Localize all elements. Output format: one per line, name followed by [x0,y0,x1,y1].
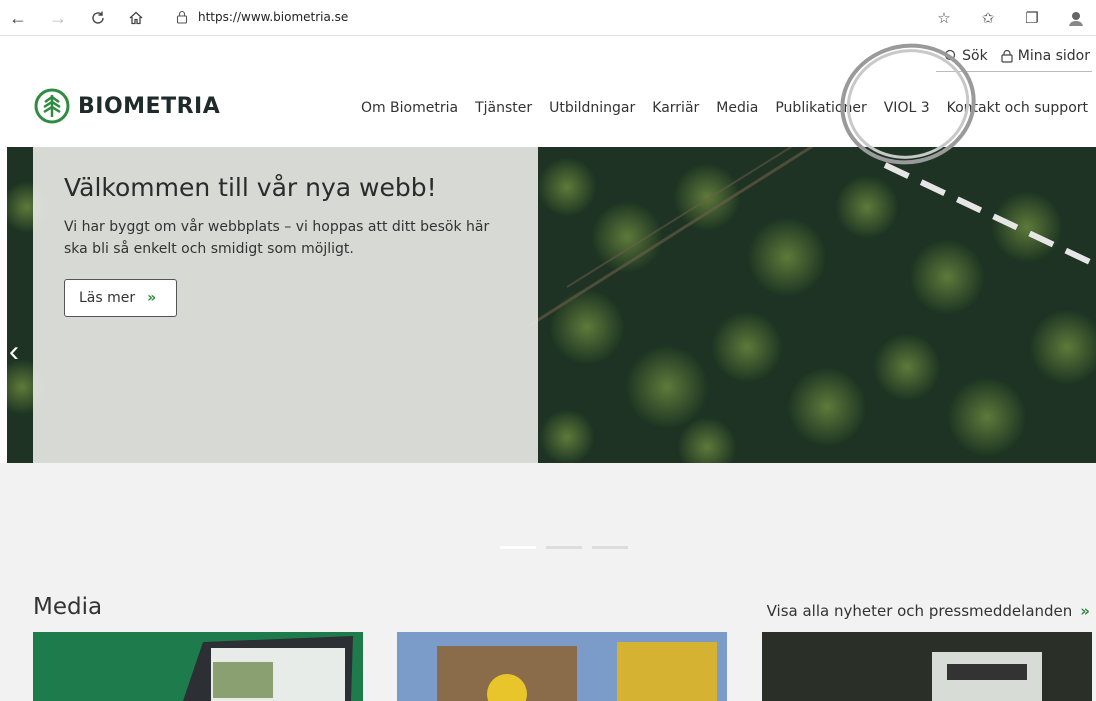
news-card[interactable] [762,632,1092,701]
read-more-label: Läs mer [79,290,136,306]
nav-item-publikationer[interactable]: Publikationer [775,100,866,116]
back-icon[interactable]: ← [6,6,30,30]
nav-item-viol3[interactable]: VIOL 3 [884,100,930,116]
carousel-dot[interactable] [546,546,582,549]
media-heading: Media [33,594,103,620]
news-card[interactable] [33,632,363,701]
url-text: https://www.biometria.se [198,9,349,24]
all-news-label: Visa alla nyheter och pressmeddelanden [766,602,1073,620]
my-pages-label: Mina sidor [1017,48,1090,64]
carousel-dots [500,546,628,549]
refresh-icon[interactable] [86,6,110,30]
all-news-link[interactable]: Visa alla nyheter och pressmeddelanden » [767,602,1090,620]
search-icon [945,49,958,63]
hero-carousel: Välkommen till vår nya webb! Vi har bygg… [7,147,1096,463]
news-image [397,632,727,701]
hero-title: Välkommen till vår nya webb! [64,173,437,202]
collections-icon[interactable]: ❐ [1020,6,1044,30]
read-more-button[interactable]: Läs mer » [64,279,177,317]
chevron-right-icon: » [147,290,157,306]
my-pages-link[interactable]: Mina sidor [1000,48,1090,64]
logo-text: BIOMETRIA [78,93,221,119]
main-nav: Om Biometria Tjänster Utbildningar Karri… [361,100,1088,116]
news-image [762,632,1092,701]
nav-item-karriar[interactable]: Karriär [652,100,699,116]
carousel-dot[interactable] [592,546,628,549]
utility-links: Sök Mina sidor [944,48,1090,64]
profile-icon[interactable] [1064,6,1088,30]
forward-icon[interactable]: → [46,6,70,30]
lock-icon [176,10,188,24]
biometria-logo-icon [34,88,70,124]
favorite-icon[interactable]: ☆ [932,6,956,30]
browser-toolbar: ← → https://www.biometria.se ☆ ✩ ❐ [0,0,1096,36]
search-link[interactable]: Sök [944,48,988,64]
nav-item-utbildningar[interactable]: Utbildningar [549,100,635,116]
chevron-right-icon: » [1080,602,1090,620]
news-image [33,632,363,701]
logo[interactable]: BIOMETRIA [34,88,220,124]
home-icon[interactable] [124,6,148,30]
nav-item-media[interactable]: Media [716,100,758,116]
favorites-list-icon[interactable]: ✩ [976,6,1000,30]
utility-divider [936,71,1092,72]
news-card[interactable] [397,632,727,701]
carousel-dot[interactable] [500,546,536,549]
lock-icon [1001,49,1013,63]
nav-item-tjanster[interactable]: Tjänster [475,100,532,116]
search-label: Sök [962,48,988,64]
nav-item-om-biometria[interactable]: Om Biometria [361,100,458,116]
carousel-prev-icon[interactable]: ‹ [9,335,19,369]
hero-text: Vi har byggt om vår webbplats – vi hoppa… [64,219,490,257]
nav-item-kontakt[interactable]: Kontakt och support [947,100,1088,116]
